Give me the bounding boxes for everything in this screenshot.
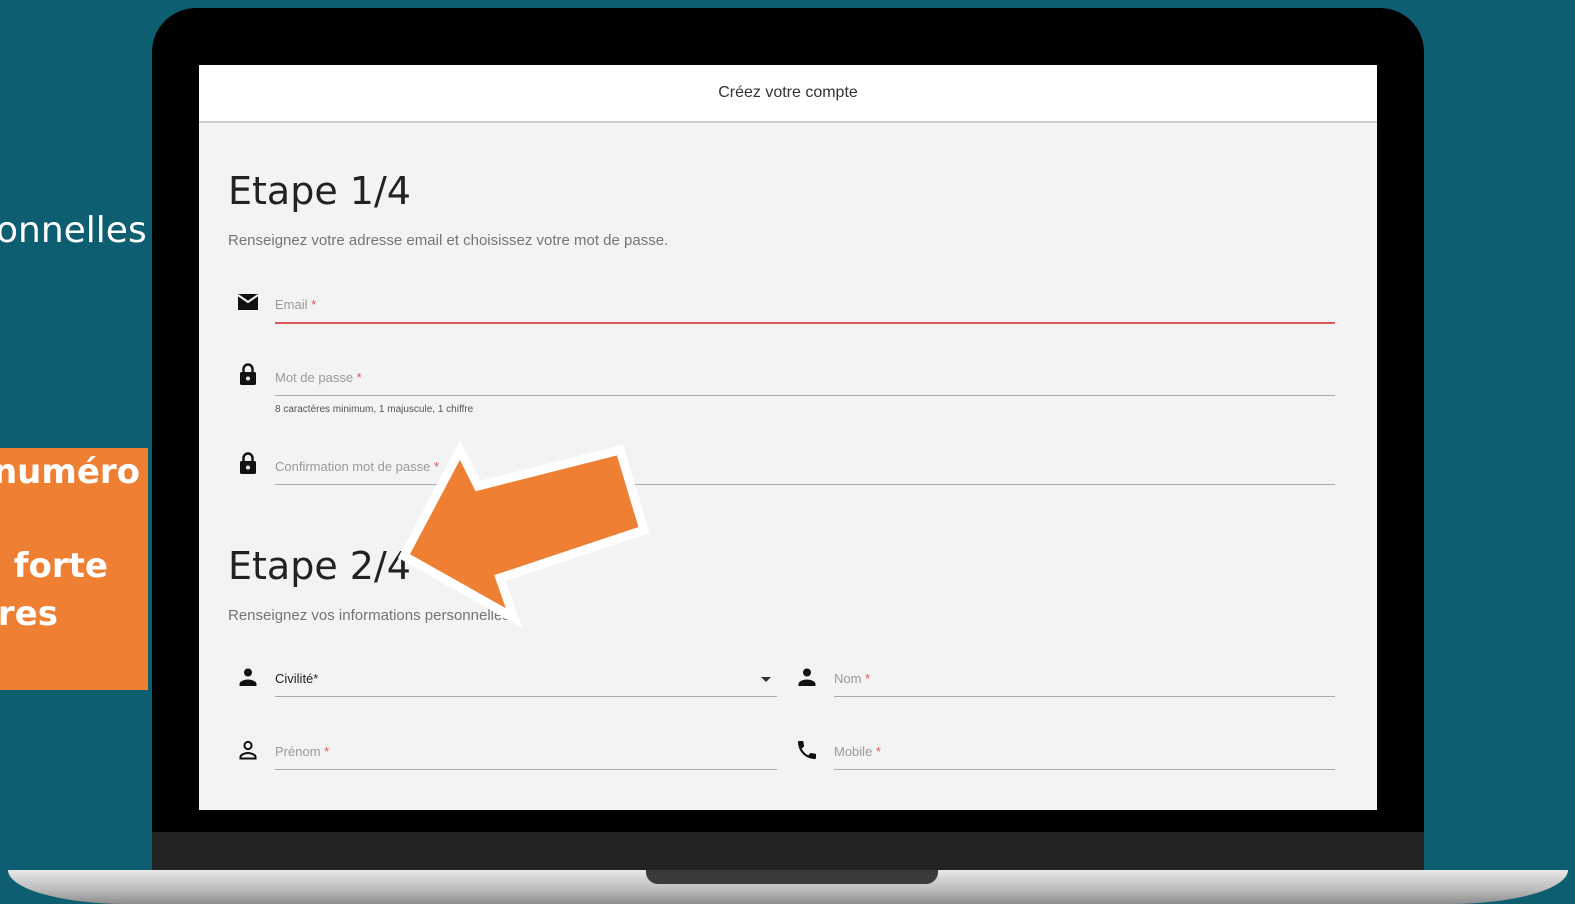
step1-subtitle: Renseignez votre adresse email et choisi… (228, 232, 669, 249)
lock-icon (240, 452, 256, 474)
app-screen: Créez votre compte Etape 1/4 Renseignez … (199, 65, 1377, 810)
app-header: Créez votre compte (199, 65, 1377, 123)
laptop-chin (152, 832, 1424, 872)
nom-label: Nom (834, 671, 862, 686)
phone-icon (798, 741, 816, 759)
mobile-label: Mobile (834, 744, 873, 759)
laptop-notch (646, 870, 938, 884)
password-hint: 8 caractères minimum, 1 majuscule, 1 chi… (275, 404, 474, 415)
person-outline-icon (239, 740, 257, 760)
orange-callout: e numéro on forte ures (0, 448, 148, 690)
side-partial-text: onnelles : (0, 210, 171, 251)
callout-line-1: e numéro (0, 452, 140, 492)
prenom-label: Prénom (275, 744, 321, 759)
civility-select[interactable]: Civilité* (275, 666, 777, 697)
callout-line-3: ures (0, 594, 58, 634)
step2-title: Etape 2/4 (228, 544, 411, 588)
mobile-field[interactable]: Mobile * (834, 739, 1335, 770)
chevron-down-icon (761, 677, 771, 682)
mail-icon (237, 294, 259, 310)
prenom-field[interactable]: Prénom * (275, 739, 777, 770)
step1-title: Etape 1/4 (228, 169, 411, 213)
person-icon (798, 668, 816, 686)
password-label: Mot de passe (275, 370, 354, 385)
confirm-label: Confirmation mot de passe (275, 459, 431, 474)
lock-icon (240, 363, 256, 385)
confirm-password-field[interactable]: Confirmation mot de passe * (275, 454, 1335, 485)
nom-field[interactable]: Nom * (834, 666, 1335, 697)
civility-value: Civilité* (275, 671, 319, 686)
step2-subtitle: Renseignez vos informations personnelles… (228, 607, 514, 624)
header-title: Créez votre compte (718, 84, 858, 101)
person-icon (239, 668, 257, 686)
callout-line-2: on forte (0, 546, 108, 586)
email-field[interactable]: Email * (275, 292, 1335, 324)
email-label: Email (275, 297, 308, 312)
password-field[interactable]: Mot de passe * (275, 365, 1335, 396)
